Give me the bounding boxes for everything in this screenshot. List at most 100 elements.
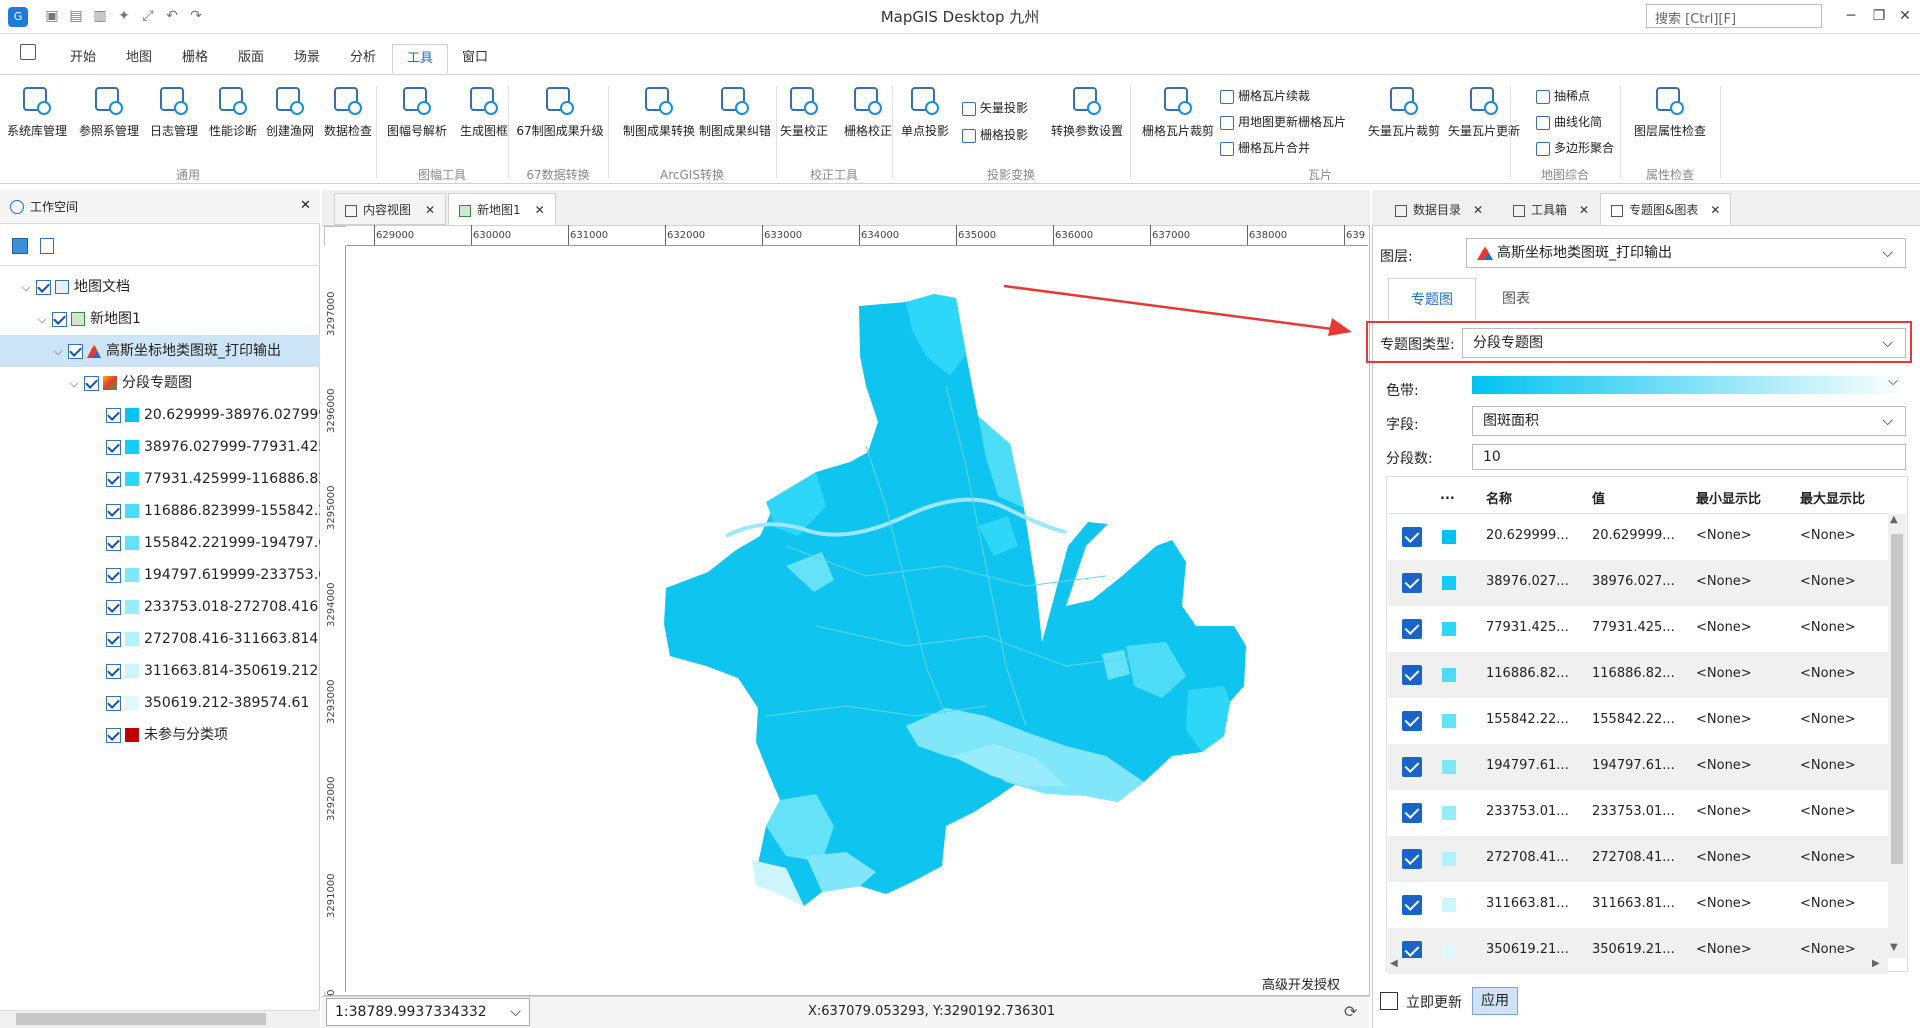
menu-start[interactable]: 开始: [56, 44, 110, 74]
vector-projection-button[interactable]: 矢量投影: [962, 97, 1028, 119]
cell-max[interactable]: <None>: [1800, 850, 1856, 865]
row-color-swatch[interactable]: [1442, 576, 1456, 590]
menu-raster[interactable]: 栅格: [168, 44, 222, 74]
tree-node-unclassified[interactable]: 未参与分类项: [0, 719, 320, 751]
cell-value[interactable]: 194797.61...: [1592, 758, 1675, 773]
tool-log-gear-button[interactable]: 日志管理: [146, 84, 202, 139]
cell-name[interactable]: 350619.21...: [1486, 942, 1569, 957]
cell-max[interactable]: <None>: [1800, 528, 1856, 543]
tool-frame-grid-button[interactable]: 生成图框: [456, 84, 512, 139]
close-tab-icon[interactable]: ✕: [425, 203, 435, 217]
tree-node-layer[interactable]: ⌵ 高斯坐标地类图斑_打印输出: [0, 335, 320, 367]
close-workspace-icon[interactable]: ✕: [300, 198, 311, 213]
tab-content-view[interactable]: 内容视图 ✕: [334, 193, 447, 225]
cell-min[interactable]: <None>: [1696, 896, 1752, 911]
scroll-left-icon[interactable]: ◀: [1390, 958, 1398, 969]
checkbox[interactable]: [106, 471, 121, 487]
grid-horizontal-scrollbar[interactable]: [1388, 958, 1888, 972]
cell-name[interactable]: 155842.22...: [1486, 712, 1569, 727]
checkbox[interactable]: [36, 279, 51, 295]
cell-name[interactable]: 194797.61...: [1486, 758, 1569, 773]
cell-value[interactable]: 350619.21...: [1592, 942, 1675, 957]
tool-maps-upgrade-button[interactable]: 67制图成果升级: [512, 84, 608, 139]
cell-min[interactable]: <None>: [1696, 804, 1752, 819]
panel-toggle-icon[interactable]: [20, 44, 36, 60]
cell-value[interactable]: 116886.82...: [1592, 666, 1675, 681]
row-checkbox[interactable]: [1402, 619, 1422, 639]
map-polygons[interactable]: [346, 246, 1368, 992]
refresh-icon[interactable]: ⟳: [1344, 1002, 1357, 1021]
tab-chart[interactable]: 图表: [1476, 278, 1556, 320]
header-max-scale[interactable]: 最大显示比: [1800, 488, 1865, 507]
header-more[interactable]: ...: [1440, 488, 1455, 503]
tree-node-class[interactable]: 272708.416-311663.814: [0, 623, 320, 655]
field-select[interactable]: 图斑面积 ⌵: [1472, 406, 1906, 436]
tile-continue-button[interactable]: 栅格瓦片续裁: [1220, 85, 1310, 107]
menu-tools[interactable]: 工具: [392, 44, 449, 74]
tab-theme-chart[interactable]: 专题图&图表 ✕: [1600, 193, 1732, 225]
header-min-scale[interactable]: 最小显示比: [1696, 488, 1761, 507]
checkbox[interactable]: [106, 567, 121, 583]
row-checkbox[interactable]: [1402, 757, 1422, 777]
cell-value[interactable]: 233753.01...: [1592, 804, 1675, 819]
color-ramp-select[interactable]: ⌵: [1472, 374, 1906, 400]
chevron-down-icon[interactable]: ⌵: [510, 999, 521, 1025]
close-tab-icon[interactable]: ✕: [535, 203, 545, 217]
close-tab-icon[interactable]: ✕: [1710, 203, 1720, 217]
cell-min[interactable]: <None>: [1696, 666, 1752, 681]
row-color-swatch[interactable]: [1442, 806, 1456, 820]
tool-transform-params-button[interactable]: 转换参数设置: [1046, 84, 1128, 139]
thin-points-button[interactable]: 抽稀点: [1536, 85, 1590, 107]
tree-node-class[interactable]: 77931.425999-116886.823999: [0, 463, 320, 495]
search-input[interactable]: 搜索 [Ctrl][F]: [1646, 4, 1822, 28]
raster-projection-button[interactable]: 栅格投影: [962, 124, 1028, 146]
cell-min[interactable]: <None>: [1696, 620, 1752, 635]
close-tab-icon[interactable]: ✕: [1473, 203, 1483, 217]
save-icon[interactable]: ▣: [42, 6, 62, 26]
tab-data-catalog[interactable]: 数据目录 ✕: [1384, 193, 1495, 225]
undo-icon[interactable]: ↶: [162, 6, 182, 26]
simplify-curve-button[interactable]: 曲线化简: [1536, 111, 1602, 133]
cell-name[interactable]: 311663.81...: [1486, 896, 1569, 911]
row-color-swatch[interactable]: [1442, 760, 1456, 774]
scrollbar-thumb[interactable]: [16, 1013, 266, 1025]
tree-node-class[interactable]: 311663.814-350619.212: [0, 655, 320, 687]
tool-fishnet-button[interactable]: 创建渔网: [262, 84, 318, 139]
thematic-region[interactable]: [664, 294, 1246, 906]
tree-node-class[interactable]: 116886.823999-155842.221999: [0, 495, 320, 527]
chevron-down-icon[interactable]: ⌵: [18, 272, 34, 303]
menu-analysis[interactable]: 分析: [336, 44, 390, 74]
cell-name[interactable]: 77931.425...: [1486, 620, 1569, 635]
checkbox[interactable]: [106, 599, 121, 615]
row-checkbox[interactable]: [1402, 895, 1422, 915]
layer-select[interactable]: 高斯坐标地类图斑_打印输出 ⌵: [1466, 238, 1906, 268]
tool-check-data-button[interactable]: 数据检查: [322, 84, 374, 139]
scrollbar-thumb[interactable]: [1891, 534, 1903, 864]
tool-point-projection-button[interactable]: 单点投影: [896, 84, 954, 139]
cell-name[interactable]: 272708.41...: [1486, 850, 1569, 865]
chevron-down-icon[interactable]: ⌵: [50, 336, 66, 367]
apply-button[interactable]: 应用: [1472, 987, 1518, 1015]
cell-name[interactable]: 116886.82...: [1486, 666, 1569, 681]
menu-scene[interactable]: 场景: [280, 44, 334, 74]
cell-max[interactable]: <None>: [1800, 896, 1856, 911]
tool-vector-tile-update-button[interactable]: 矢量瓦片更新: [1442, 84, 1526, 139]
row-color-swatch[interactable]: [1442, 944, 1456, 958]
checkbox[interactable]: [106, 695, 121, 711]
cell-name[interactable]: 233753.01...: [1486, 804, 1569, 819]
tool-vector-correct-button[interactable]: 矢量校正: [776, 84, 832, 139]
tree-node-map-doc[interactable]: ⌵ 地图文档: [0, 271, 320, 303]
checkbox[interactable]: [84, 375, 99, 391]
tool-database-gear-button[interactable]: 系统库管理: [2, 84, 72, 139]
cell-max[interactable]: <None>: [1800, 574, 1856, 589]
tab-theme-map[interactable]: 专题图: [1388, 278, 1476, 320]
polygon-aggregate-button[interactable]: 多边形聚合: [1536, 137, 1614, 159]
checkbox[interactable]: [68, 343, 83, 359]
cell-name[interactable]: 20.629999...: [1486, 528, 1569, 543]
delete-icon[interactable]: ▥: [90, 6, 110, 26]
checkbox[interactable]: [106, 503, 121, 519]
chevron-down-icon[interactable]: ⌵: [1882, 239, 1893, 267]
tool-vector-tile-clip-button[interactable]: 矢量瓦片裁剪: [1362, 84, 1446, 139]
checkbox[interactable]: [106, 663, 121, 679]
save-all-icon[interactable]: ▤: [66, 6, 86, 26]
